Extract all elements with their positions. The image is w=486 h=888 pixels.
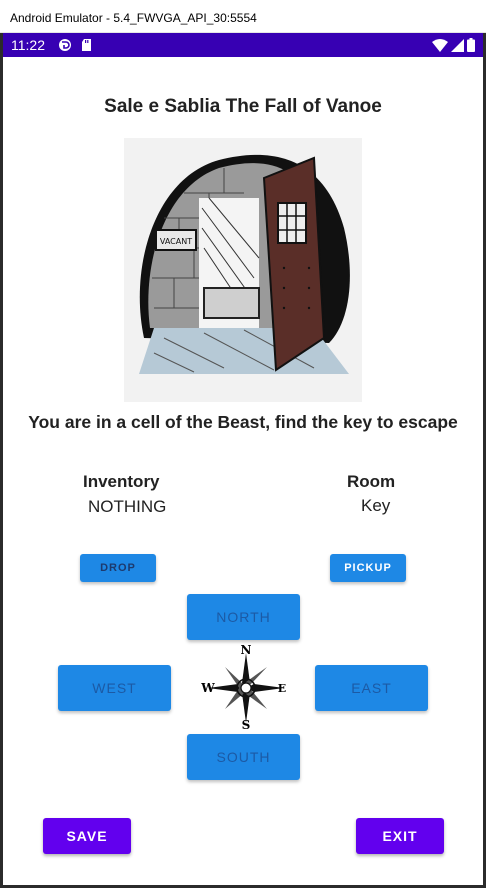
compass-rose-icon: N S W E bbox=[200, 643, 292, 733]
sd-card-icon bbox=[80, 38, 94, 52]
north-button[interactable]: NORTH bbox=[187, 594, 300, 640]
compass-west-label: W bbox=[200, 681, 215, 695]
compass-south-label: S bbox=[242, 718, 251, 732]
pickup-button[interactable]: PICKUP bbox=[330, 554, 406, 582]
exit-button[interactable]: EXIT bbox=[356, 818, 444, 854]
svg-text:VACANT: VACANT bbox=[160, 237, 192, 246]
app-title: Sale e Sablia The Fall of Vanoe bbox=[104, 96, 382, 117]
east-button[interactable]: EAST bbox=[315, 665, 428, 711]
compass-east-label: E bbox=[278, 682, 286, 695]
status-bar: 11:22 bbox=[3, 33, 483, 57]
wifi-icon bbox=[432, 38, 448, 57]
game-notification-icon bbox=[58, 38, 72, 52]
emulator-frame-left bbox=[0, 33, 3, 888]
battery-icon bbox=[467, 38, 475, 57]
room-item-value: Key bbox=[361, 496, 391, 515]
emulator-window-title: Android Emulator - 5.4_FWVGA_API_30:5554 bbox=[0, 0, 486, 33]
west-button[interactable]: WEST bbox=[58, 665, 171, 711]
signal-icon bbox=[451, 38, 464, 57]
south-button[interactable]: SOUTH bbox=[187, 734, 300, 780]
inventory-label: Inventory bbox=[83, 472, 160, 491]
scene-image: VACANT bbox=[124, 138, 362, 402]
status-time: 11:22 bbox=[11, 37, 45, 53]
room-label: Room bbox=[347, 472, 396, 491]
save-button[interactable]: SAVE bbox=[43, 818, 131, 854]
room-message: You are in a cell of the Beast, find the… bbox=[28, 412, 458, 432]
inventory-value: NOTHING bbox=[88, 497, 167, 516]
drop-button[interactable]: DROP bbox=[80, 554, 156, 582]
compass-north-label: N bbox=[241, 643, 252, 657]
